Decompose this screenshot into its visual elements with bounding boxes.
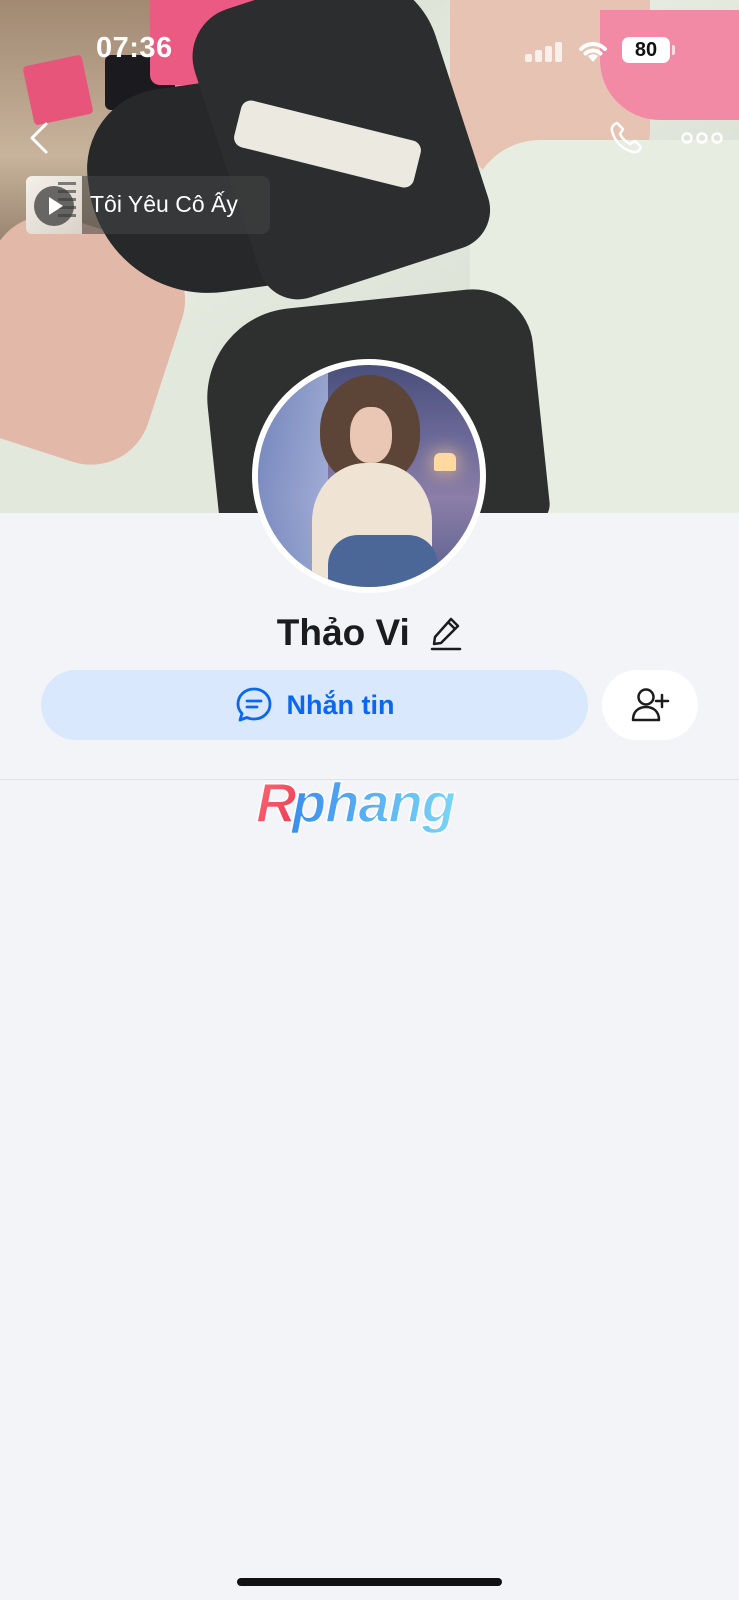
add-user-icon xyxy=(631,688,670,722)
svg-text:R: R xyxy=(256,771,297,834)
pencil-icon[interactable] xyxy=(430,615,462,651)
profile-screen: 07:36 80 Tôi Yêu Cô Ấy Thảo Vi Nhắn tin … xyxy=(0,0,739,1600)
status-time: 07:36 xyxy=(96,32,173,64)
phone-icon[interactable] xyxy=(606,118,646,158)
profile-name: Thảo Vi xyxy=(276,612,410,653)
status-bar: 07:36 80 xyxy=(0,28,739,72)
message-button[interactable]: Nhắn tin xyxy=(41,670,588,740)
svg-text:phang: phang xyxy=(290,771,456,834)
music-title: Tôi Yêu Cô Ấy xyxy=(90,191,238,217)
battery-icon: 80 xyxy=(622,37,675,63)
watermark-logo: R phang xyxy=(255,770,457,835)
home-indicator[interactable] xyxy=(237,1578,502,1586)
profile-music-chip[interactable]: Tôi Yêu Cô Ấy xyxy=(26,176,270,234)
profile-name-row: Thảo Vi xyxy=(0,612,739,654)
chat-bubble-icon xyxy=(236,687,271,722)
play-icon[interactable] xyxy=(34,186,74,226)
wifi-icon xyxy=(579,42,607,62)
add-friend-button[interactable] xyxy=(602,670,698,740)
back-icon[interactable] xyxy=(20,118,60,158)
message-button-label: Nhắn tin xyxy=(286,689,395,720)
more-icon[interactable] xyxy=(680,120,724,156)
avatar[interactable] xyxy=(252,359,486,593)
signal-icon xyxy=(525,42,563,62)
